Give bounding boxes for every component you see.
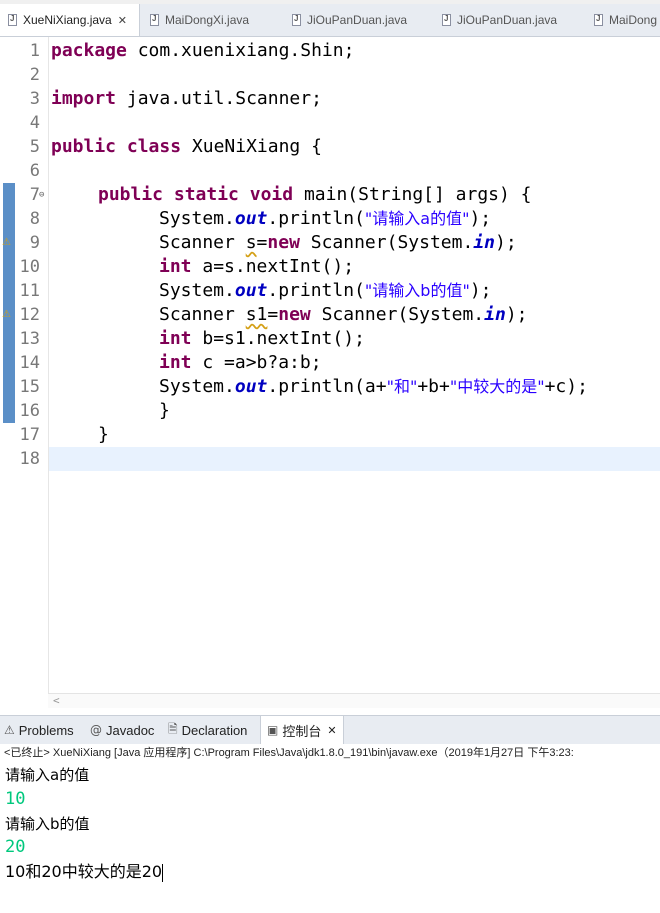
code-line: } (98, 424, 109, 445)
console-result-line: 10和20中较大的是20 (5, 862, 164, 882)
line-number: 17 (19, 425, 40, 445)
java-file-icon (150, 14, 159, 26)
tab-label: XueNiXiang.java (23, 13, 112, 27)
code-line: public class XueNiXiang { (51, 136, 322, 157)
java-file-icon (442, 14, 451, 26)
tab-declaration[interactable]: 🗎 Declaration (168, 716, 247, 744)
tab-jioupanduan-2[interactable]: JiOuPanDuan.java (442, 4, 557, 36)
java-file-icon (292, 14, 301, 26)
java-file-icon (594, 14, 603, 26)
line-number: 8 (29, 209, 40, 229)
tab-xuenixiang[interactable]: XueNiXiang.java ✕ (0, 4, 140, 36)
warning-icon[interactable]: ⚠ (2, 309, 14, 321)
warning-icon[interactable]: ⚠ (2, 237, 14, 249)
line-number: 11 (19, 281, 40, 301)
tab-label: MaiDongXi.java (165, 13, 250, 27)
line-number: 18 (19, 449, 40, 469)
javadoc-icon: @ (90, 723, 102, 737)
tab-label: MaiDong (609, 13, 658, 27)
console-input-line: 10 (5, 789, 26, 809)
line-number: 10 (19, 257, 40, 277)
tab-label: JiOuPanDuan.java (307, 13, 408, 27)
close-icon[interactable]: ✕ (118, 14, 127, 27)
code-line: int b=s1.nextInt(); (159, 328, 365, 349)
code-line: import java.util.Scanner; (51, 88, 322, 109)
code-line: int c =a>b?a:b; (159, 352, 322, 373)
console-line: 请输入b的值 (5, 815, 90, 833)
code-line: System.out.println(a+"和"+b+"中较大的是"+c); (159, 376, 588, 397)
line-number: 12 (19, 305, 40, 325)
code-line: System.out.println("请输入b的值"); (159, 280, 492, 301)
code-editor[interactable]: ⚠ ⚠ 1 2 3 4 5 6 7 8 9 10 11 12 13 14 15 … (0, 37, 660, 708)
line-number: 13 (19, 329, 40, 349)
code-line: package com.xuenixiang.Shin; (51, 40, 355, 61)
tab-jioupanduan[interactable]: JiOuPanDuan.java (292, 4, 407, 36)
close-icon[interactable]: ✕ (327, 724, 336, 737)
tab-problems[interactable]: ⚠ Problems (4, 716, 74, 744)
code-line: int a=s.nextInt(); (159, 256, 355, 277)
text-caret (162, 863, 164, 882)
console-input-line: 20 (5, 837, 26, 857)
code-line: public static void main(String[] args) { (98, 184, 532, 205)
line-number: 6 (29, 161, 40, 181)
line-number: 4 (29, 113, 40, 133)
horizontal-scrollbar[interactable]: < (48, 693, 660, 708)
line-number: 7 (29, 185, 40, 205)
tab-maidong[interactable]: MaiDong (594, 4, 657, 36)
editor-tab-bar: XueNiXiang.java ✕ MaiDongXi.java JiOuPan… (0, 4, 660, 37)
line-number: 15 (19, 377, 40, 397)
line-number: 14 (19, 353, 40, 373)
fold-toggle-icon[interactable]: ⊖ (39, 183, 44, 207)
problems-icon: ⚠ (4, 723, 15, 737)
scroll-left-icon[interactable]: < (53, 694, 60, 707)
line-number: 2 (29, 65, 40, 85)
views-tab-bar: ⚠ Problems @ Javadoc 🗎 Declaration ▣ 控制台… (0, 715, 660, 745)
declaration-icon: 🗎 (168, 721, 178, 736)
current-line-highlight (49, 447, 660, 471)
tab-console[interactable]: ▣ 控制台 ✕ (260, 716, 344, 744)
line-number: 1 (29, 41, 40, 61)
console-line: 请输入a的值 (5, 766, 90, 784)
code-line: Scanner s1=new Scanner(System.in); (159, 304, 528, 325)
annotation-ruler: ⚠ ⚠ (0, 37, 16, 693)
line-number: 16 (19, 401, 40, 421)
console-icon: ▣ (267, 723, 279, 737)
tab-javadoc[interactable]: @ Javadoc (90, 716, 154, 744)
line-number: 3 (29, 89, 40, 109)
java-file-icon (8, 14, 17, 26)
code-line: System.out.println("请输入a的值"); (159, 208, 492, 229)
code-line: Scanner s=new Scanner(System.in); (159, 232, 517, 253)
line-number: 9 (29, 233, 40, 253)
line-number: 5 (29, 137, 40, 157)
tab-label: JiOuPanDuan.java (457, 13, 558, 27)
change-marker (3, 183, 15, 423)
console-status: <已终止> XueNiXiang [Java 应用程序] C:\Program … (0, 744, 660, 762)
tab-maidongxi[interactable]: MaiDongXi.java (150, 4, 249, 36)
code-line: } (159, 400, 170, 421)
